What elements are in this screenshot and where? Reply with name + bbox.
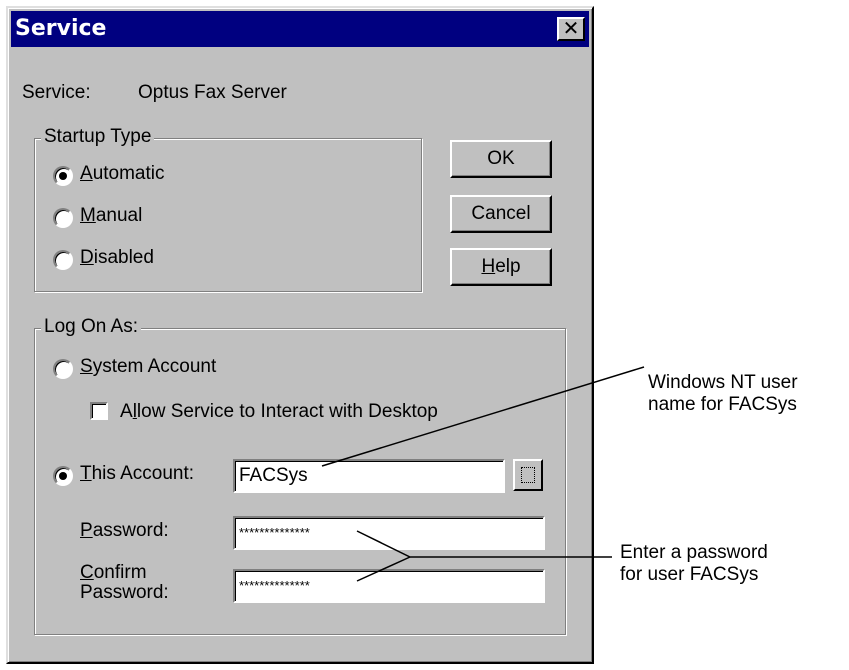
user-callout-line1: Windows NT user — [648, 372, 798, 393]
user-name-callout: Windows NT user name for FACSys — [648, 372, 798, 416]
password-callout-line2: for user FACSys — [620, 564, 759, 585]
password-callout: Enter a password for user FACSys — [620, 542, 768, 586]
user-callout-line — [321, 366, 645, 467]
user-callout-line2: name for FACSys — [648, 394, 797, 415]
password-callout-line1: Enter a password — [620, 542, 768, 563]
confirm-callout-line — [356, 556, 411, 582]
password-callout-line — [356, 530, 612, 558]
